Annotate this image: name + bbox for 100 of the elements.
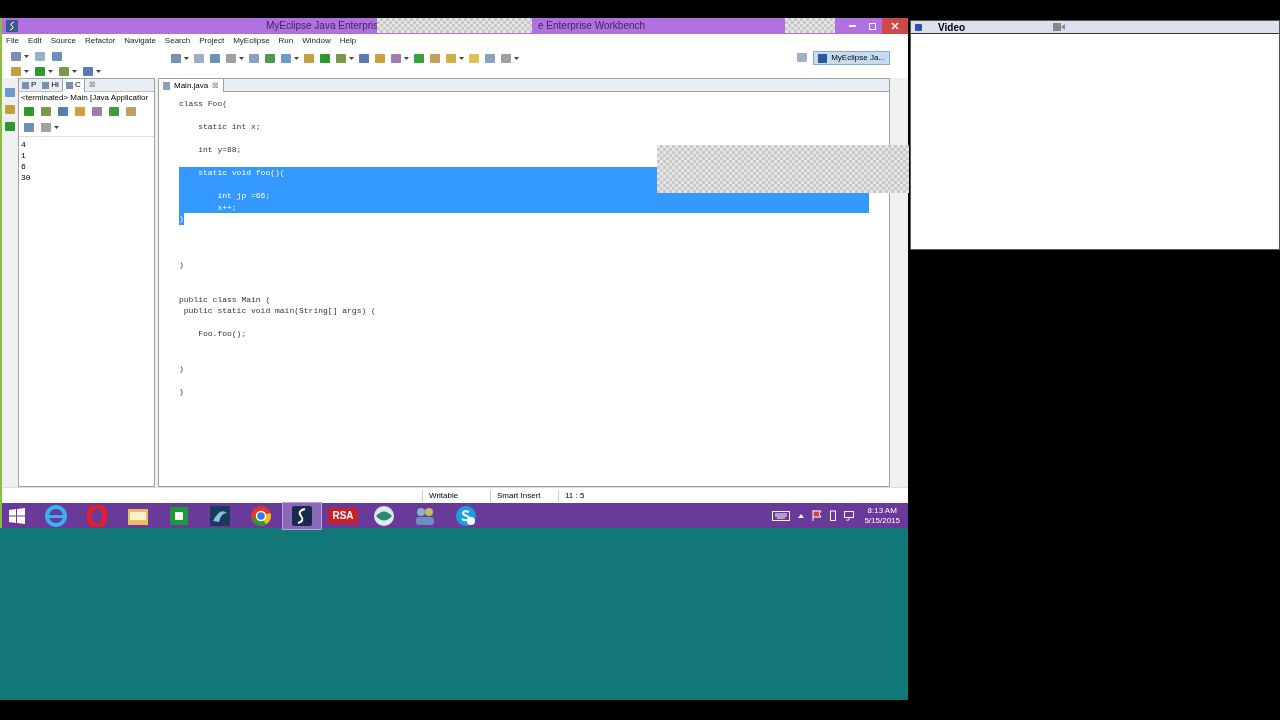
menu-item[interactable]: Project [199, 35, 225, 47]
skype-icon [455, 504, 477, 527]
code-line: ) [179, 259, 184, 271]
toolbar-icon[interactable] [170, 52, 190, 65]
battery-icon[interactable] [830, 510, 837, 521]
code-line: static int x; [197, 121, 261, 133]
code-line: ) [179, 385, 184, 397]
toolbar-icon[interactable] [125, 105, 138, 118]
code-line: class Foo( [179, 98, 227, 110]
close-button[interactable] [882, 18, 908, 34]
clock-time: 8:13 AM [867, 505, 897, 516]
toolbar-icon[interactable] [319, 52, 332, 65]
status-field: Writable [422, 489, 490, 502]
toolbar-icon[interactable] [429, 52, 442, 65]
toolbar-icon[interactable] [264, 52, 277, 65]
code-line: int y=88; [197, 144, 242, 156]
status-field: 11 : 5 [558, 489, 626, 502]
code-line: public static void main(String[] args) ( [182, 305, 376, 317]
camera-icon [1053, 23, 1066, 31]
console-title: <terminated> Main [Java Applicatior [20, 92, 150, 104]
toolbar-icon[interactable] [108, 105, 121, 118]
code-line: ) [179, 362, 184, 374]
toolbar-icon[interactable] [74, 105, 87, 118]
toolbar-icon[interactable] [40, 121, 60, 134]
toolbar-icon[interactable] [335, 52, 355, 65]
people-icon [413, 505, 437, 526]
status-field: Smart Insert [490, 489, 558, 502]
tray-arrow-icon[interactable] [798, 513, 805, 518]
dolphin-icon [209, 504, 231, 527]
rsa-logo: RSA [328, 507, 358, 524]
menu-item[interactable]: Refactor [85, 35, 116, 47]
panel-icon [915, 23, 922, 31]
taskbar-button[interactable]: RSA [323, 501, 363, 530]
menu-item[interactable]: Source [50, 35, 77, 47]
toolbar-icon[interactable] [280, 52, 300, 65]
toolbar-icon[interactable] [390, 52, 410, 65]
code-line: public class Main ( [179, 293, 271, 305]
code-line: Foo.foo(); [197, 328, 247, 340]
toolbar-icon[interactable] [303, 52, 316, 65]
toolbar-icon[interactable] [23, 105, 36, 118]
panel-title: Video [938, 20, 966, 35]
menu-item[interactable]: MyEclipse [233, 35, 270, 47]
code-line: static void foo()( [197, 167, 285, 179]
toolbar-icon[interactable] [500, 52, 520, 65]
toolbar-icon[interactable] [374, 52, 387, 65]
menu-item[interactable]: Window [302, 35, 331, 47]
view-tab[interactable]: P [19, 78, 40, 92]
network-icon[interactable] [844, 510, 857, 521]
toolbar-icon[interactable] [413, 52, 426, 65]
keyboard-icon[interactable] [772, 510, 791, 521]
toolbar-icon[interactable] [51, 50, 64, 63]
toolbar-icon[interactable] [484, 52, 497, 65]
flag-icon[interactable] [812, 510, 823, 521]
toolbar-icon[interactable] [58, 65, 78, 78]
toolbar-icon[interactable] [91, 105, 104, 118]
toolbar-icon[interactable] [796, 51, 810, 64]
app-icon [6, 20, 18, 32]
toolbar-icon[interactable] [193, 52, 206, 65]
toolbar-icon[interactable] [82, 65, 102, 78]
browser-icon [45, 504, 67, 527]
menu-item[interactable]: Search [164, 35, 191, 47]
globe-icon [373, 504, 395, 527]
window-title: MyEclipse Java Enterpris [266, 19, 379, 33]
toolbar-icon[interactable] [445, 52, 465, 65]
console-output: 30 [21, 172, 32, 183]
code-line: int jp =66; [216, 190, 271, 202]
menu-item[interactable]: File [6, 35, 19, 47]
menu-item[interactable]: Help [339, 35, 357, 47]
occlusion-patch [785, 18, 835, 33]
toolbar-icon[interactable] [34, 50, 47, 63]
editor-tab[interactable]: Main.java ⊠ [159, 79, 225, 92]
menu-item[interactable]: Navigate [124, 35, 156, 47]
toolbar-icon[interactable] [3, 103, 17, 116]
menu-item[interactable]: Run [278, 35, 294, 47]
toolbar-icon[interactable] [34, 65, 54, 78]
console-output: 1 [21, 150, 27, 161]
toolbar-icon[interactable] [209, 52, 222, 65]
toolbar-icon[interactable] [10, 50, 30, 63]
toolbar-icon[interactable] [40, 105, 53, 118]
code-line: x++; [216, 201, 237, 213]
toolbar-icon[interactable] [225, 52, 245, 65]
view-tab[interactable]: Hi [39, 78, 62, 92]
toolbar-icon[interactable] [358, 52, 371, 65]
window-title: e Enterprise Workbench [538, 19, 646, 33]
toolbar-icon[interactable] [3, 86, 17, 99]
toolbar-icon[interactable] [10, 65, 30, 78]
store-icon [169, 505, 189, 526]
console-output: 4 [21, 139, 27, 150]
toolbar-icon[interactable] [23, 121, 36, 134]
clock-date: 5/15/2015 [864, 515, 900, 526]
close-icon [891, 22, 899, 30]
toolbar-icon[interactable] [3, 120, 17, 133]
taskbar-button[interactable] [282, 501, 322, 530]
chrome-icon [250, 504, 272, 527]
perspective-button[interactable]: MyEclipse Ja... [813, 51, 890, 65]
menu-item[interactable]: Edit [27, 35, 42, 47]
toolbar-icon[interactable] [57, 105, 70, 118]
eclipse-logo-icon [291, 504, 313, 527]
view-tab[interactable]: C [61, 78, 85, 92]
toolbar-icon[interactable] [248, 52, 261, 65]
